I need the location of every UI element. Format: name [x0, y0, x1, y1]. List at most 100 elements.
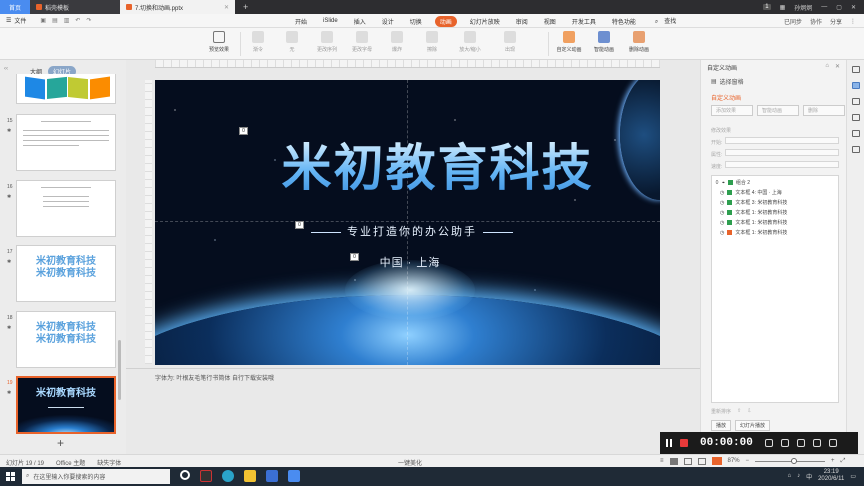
sidebar-icon[interactable]	[851, 130, 860, 137]
property-dropdown[interactable]	[725, 149, 839, 156]
animation-order-tag[interactable]: 0	[295, 221, 304, 229]
save-icon[interactable]: ▣	[40, 17, 46, 24]
start-dropdown[interactable]	[725, 137, 839, 144]
new-tab-button[interactable]: +	[235, 2, 256, 12]
animation-item[interactable]: ◷ 文本框 3: 米初教育科技	[720, 198, 787, 207]
close-window-icon[interactable]: ✕	[851, 4, 856, 11]
tab-home[interactable]: 首页	[0, 0, 30, 14]
zoom-level[interactable]: 87%	[728, 458, 740, 464]
normal-view-icon[interactable]	[669, 457, 678, 465]
smart-animation-pane-button[interactable]: 智能动画	[757, 105, 799, 116]
notes-icon[interactable]: ≡	[660, 458, 664, 464]
app-icon[interactable]	[200, 470, 212, 482]
more-icon[interactable]: ⋮	[850, 18, 856, 25]
animation-order-tag[interactable]: 0	[239, 127, 248, 135]
custom-animation-button[interactable]: 自定义动画	[554, 31, 584, 53]
notification-icon[interactable]: ▭	[850, 473, 856, 480]
slide-thumbnail-partial[interactable]	[16, 74, 116, 104]
tab-transition[interactable]: 切换	[407, 16, 425, 27]
sidebar-icon[interactable]	[851, 98, 860, 105]
speaker-notes[interactable]: 字体为: 叶根友毛笔行书简体 自行下载安装哦	[155, 373, 660, 382]
file-menu[interactable]: ☰ 文件	[0, 16, 32, 25]
tab-insert[interactable]: 插入	[351, 16, 369, 27]
play-button[interactable]: 播放	[711, 420, 732, 431]
share-button[interactable]: 分享	[830, 17, 842, 26]
user-name[interactable]: 孙炯炯	[794, 3, 812, 12]
slideshow-play-button[interactable]: 幻灯片播放	[735, 420, 771, 431]
missing-font-button[interactable]: 缺失字体	[97, 458, 121, 467]
maximize-icon[interactable]: ▢	[836, 4, 842, 11]
animation-order-tag[interactable]: 0	[350, 253, 359, 261]
fullscreen-icon[interactable]	[780, 439, 789, 447]
delete-animation-button[interactable]: 删除动画	[624, 31, 654, 53]
app-icon[interactable]	[266, 470, 278, 482]
slide-thumbnail[interactable]: 米初教育科技 米初教育科技	[16, 311, 116, 368]
windows-start-icon[interactable]	[6, 472, 15, 481]
network-icon[interactable]: ⌂	[787, 473, 791, 479]
anim-letter-button[interactable]: 更改字母	[347, 31, 377, 53]
pen-icon[interactable]	[812, 439, 821, 447]
clock[interactable]: 23:19 2020/6/11	[818, 469, 844, 483]
anim-zoom-button[interactable]: 放大/缩小	[455, 31, 485, 53]
undo-icon[interactable]: ↶	[75, 17, 80, 24]
sorter-view-icon[interactable]	[683, 457, 692, 465]
minimize-recorder-icon[interactable]	[828, 439, 837, 447]
slide-subtitle[interactable]: 专业打造你的办公助手	[305, 223, 515, 239]
animation-pane-icon[interactable]	[851, 82, 860, 89]
animation-item[interactable]: ◷ 文本框 4: 中国 · 上海	[720, 188, 782, 197]
beautify-button[interactable]: 一键美化	[398, 458, 422, 467]
animation-item[interactable]: ◷ 文本框 1: 米初教育科技	[720, 218, 787, 227]
anim-seq-button[interactable]: 更改序列	[312, 31, 342, 53]
folder-icon[interactable]	[244, 470, 256, 482]
tab-design[interactable]: 设计	[379, 16, 397, 27]
zoom-slider-knob[interactable]	[791, 457, 798, 464]
notes-divider[interactable]	[126, 368, 700, 369]
sidebar-icon[interactable]	[851, 66, 860, 73]
tab-template[interactable]: 稻壳模板	[30, 0, 120, 14]
zoom-out-button[interactable]: −	[746, 458, 750, 464]
anim-wipe-button[interactable]: 擦除	[417, 31, 447, 53]
fit-window-icon[interactable]: ⤢	[841, 458, 846, 465]
task-view-icon[interactable]	[180, 470, 190, 480]
wps-icon[interactable]	[288, 470, 300, 482]
animation-item[interactable]: ◷ 文本框 1: 米初教育科技	[720, 228, 787, 237]
tab-developer[interactable]: 开发工具	[569, 16, 599, 27]
anim-fade-button[interactable]: 渐令	[243, 31, 273, 53]
screenshot-icon[interactable]	[796, 439, 805, 447]
tab-document[interactable]: 7.切换和动画.pptx ✕	[120, 0, 235, 14]
selection-pane-link[interactable]: ▤ 选择窗格	[711, 77, 744, 86]
preview-effect-button[interactable]: 预览效果	[204, 31, 234, 53]
sidebar-icon[interactable]	[851, 114, 860, 121]
delete-effect-button[interactable]: 删除	[803, 105, 845, 116]
print-icon[interactable]: ▥	[64, 17, 70, 24]
slide-title[interactable]: 米初教育科技	[155, 128, 660, 200]
anim-none-button[interactable]: 无	[277, 31, 307, 53]
open-icon[interactable]: ▤	[52, 17, 58, 24]
smart-animation-button[interactable]: 智能动画	[589, 31, 619, 53]
zoom-in-button[interactable]: +	[831, 458, 835, 464]
close-tab-icon[interactable]: ✕	[224, 4, 229, 11]
taskbar-search[interactable]: ⌕ 在这里输入你要搜索的内容	[22, 469, 170, 484]
move-up-icon[interactable]: ⇧	[737, 408, 741, 415]
pause-recording-icon[interactable]	[666, 439, 672, 447]
tab-start[interactable]: 开始	[292, 16, 310, 27]
volume-icon[interactable]: ♪	[797, 473, 800, 479]
animation-item[interactable]: ◷ 文本框 1: 米初教育科技	[720, 208, 787, 217]
browser-icon[interactable]	[222, 470, 234, 482]
sidebar-icon[interactable]	[851, 146, 860, 153]
slide-panel-scrollbar[interactable]	[118, 340, 121, 400]
animation-item[interactable]: 0 ⌖ 组合 2	[712, 178, 750, 187]
zoom-slider[interactable]	[755, 457, 826, 464]
slide-location[interactable]: 中国 · 上海	[355, 254, 465, 270]
reading-view-icon[interactable]	[697, 457, 706, 465]
anim-explode-button[interactable]: 爆炸	[382, 31, 412, 53]
grid-icon[interactable]: ▦	[780, 4, 786, 11]
slide-thumbnail-selected[interactable]: 米初教育科技	[16, 376, 116, 434]
slide-thumbnail[interactable]	[16, 180, 116, 237]
slide-thumbnail[interactable]	[16, 114, 116, 171]
tab-islide[interactable]: iSlide	[320, 17, 341, 25]
pin-icon[interactable]: ⌂	[825, 63, 829, 70]
sync-status[interactable]: 已同步	[784, 17, 802, 26]
slideshow-icon[interactable]	[711, 457, 722, 465]
tab-view[interactable]: 视图	[541, 16, 559, 27]
